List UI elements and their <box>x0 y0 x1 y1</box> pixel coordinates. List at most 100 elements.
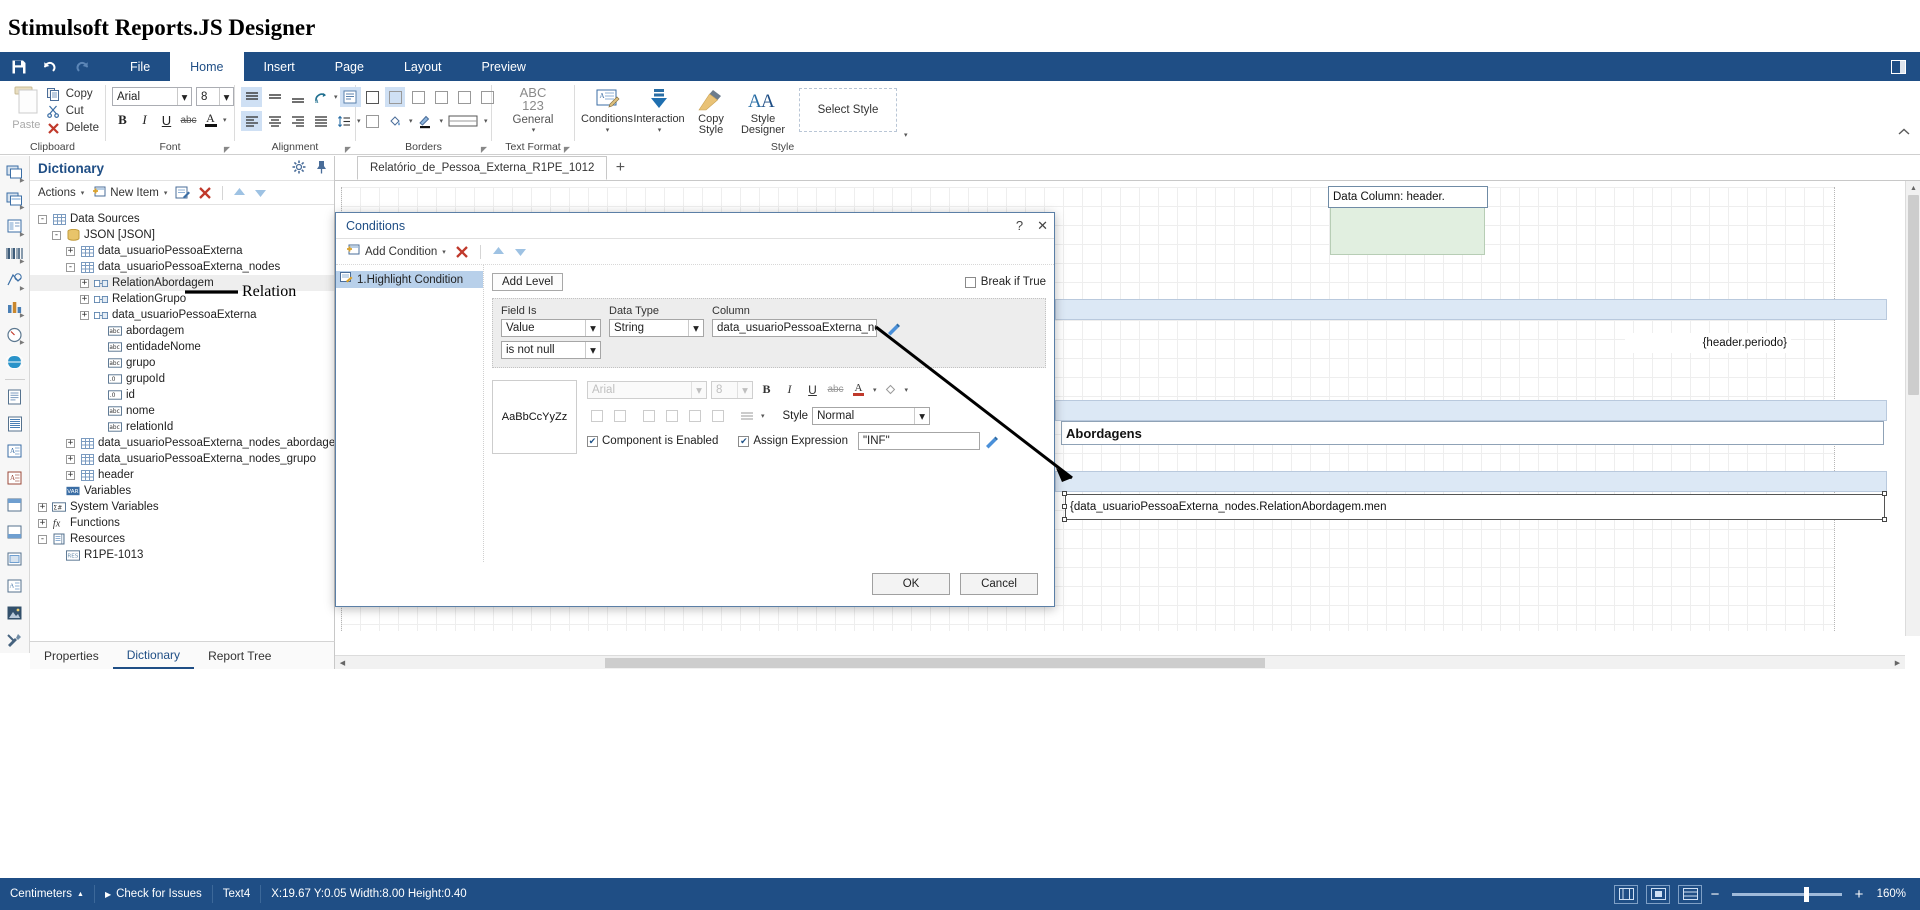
chevron-down-icon[interactable]: ▾ <box>440 117 444 125</box>
style-border-top-button[interactable] <box>662 406 681 425</box>
expand-icon[interactable]: + <box>38 518 47 528</box>
tab-report-tree[interactable]: Report Tree <box>194 642 285 669</box>
edit-expression-pencil-icon[interactable] <box>984 433 1000 449</box>
style-font-color-button[interactable]: A <box>849 380 868 399</box>
style-border-style-button[interactable] <box>737 406 756 425</box>
view-mode-multi-icon[interactable] <box>1678 884 1702 904</box>
richtext-icon[interactable] <box>2 412 28 437</box>
chevron-down-icon[interactable]: ▾ <box>688 320 703 336</box>
vertical-scroll-thumb[interactable] <box>1908 195 1919 395</box>
undo-icon[interactable] <box>41 57 59 77</box>
expand-icon[interactable]: + <box>66 470 75 480</box>
alignment-dialog-launcher-icon[interactable]: ◤ <box>345 145 351 154</box>
add-report-tab-button[interactable]: + <box>607 156 633 180</box>
chart-icon[interactable]: ▶ <box>2 295 28 320</box>
chevron-down-icon[interactable]: ▾ <box>219 88 233 105</box>
tree-node[interactable]: abc relationId <box>30 419 334 435</box>
help-icon[interactable]: ? <box>1016 218 1023 233</box>
tree-node[interactable]: + data_usuarioPessoaExterna <box>30 307 334 323</box>
header-periodo-component[interactable]: {header.periodo} <box>1625 333 1791 353</box>
style-italic-button[interactable]: I <box>780 380 799 399</box>
chevron-down-icon[interactable]: ▾ <box>904 131 908 141</box>
tab-layout[interactable]: Layout <box>384 52 462 81</box>
interaction-button[interactable]: Interaction ▾ <box>633 84 685 136</box>
border-right-button[interactable] <box>454 87 474 107</box>
line-spacing-button[interactable] <box>333 111 354 131</box>
style-border-none-button[interactable] <box>610 406 629 425</box>
chevron-down-icon[interactable]: ▾ <box>873 386 877 394</box>
copy-style-button[interactable]: Copy Style <box>685 84 737 136</box>
align-center-button[interactable] <box>264 111 285 131</box>
style-strikethrough-button[interactable]: abc <box>826 380 845 399</box>
checkbox-text-icon[interactable]: A <box>2 574 28 599</box>
tree-node[interactable]: + Σ# System Variables <box>30 499 334 515</box>
font-size-combo[interactable]: 8 ▾ <box>196 87 234 106</box>
chevron-down-icon[interactable]: ▾ <box>585 320 600 336</box>
resize-handle[interactable] <box>1882 491 1887 496</box>
move-condition-up-button[interactable] <box>492 245 505 258</box>
text-box-icon[interactable]: A <box>2 439 28 464</box>
expand-icon[interactable]: + <box>66 438 75 448</box>
condition-list[interactable]: 1.Highlight Condition <box>336 265 484 562</box>
tree-node[interactable]: RES R1PE-1013 <box>30 547 334 563</box>
style-underline-button[interactable]: U <box>803 380 822 399</box>
fill-color-button[interactable] <box>385 111 405 131</box>
scroll-left-icon[interactable]: ◀ <box>335 656 350 670</box>
copy-button[interactable]: Copy <box>47 87 99 101</box>
delete-button[interactable]: Delete <box>47 121 99 135</box>
component-enabled-checkbox[interactable]: ✔ <box>587 435 598 447</box>
align-left-button[interactable] <box>241 111 262 131</box>
close-icon[interactable]: ✕ <box>1037 218 1048 234</box>
dictionary-tree[interactable]: - Data Sources - JSON [JSON] + data_usuarioPe… <box>30 205 334 652</box>
scroll-up-icon[interactable]: ▲ <box>1906 181 1920 195</box>
underline-button[interactable]: U <box>156 110 177 130</box>
style-border-left-button[interactable] <box>639 406 658 425</box>
chevron-down-icon[interactable]: ▾ <box>334 93 338 101</box>
text-rotation-button[interactable]: a <box>310 87 331 107</box>
align-right-button[interactable] <box>287 111 308 131</box>
tree-node[interactable]: - Data Sources <box>30 211 334 227</box>
tab-page[interactable]: Page <box>315 52 384 81</box>
style-fill-color-button[interactable] <box>881 380 900 399</box>
tab-dictionary[interactable]: Dictionary <box>112 642 195 669</box>
text-box-red-icon[interactable]: A <box>2 466 28 491</box>
style-border-right-button[interactable] <box>685 406 704 425</box>
break-if-true-row[interactable]: Break if True <box>964 276 1046 288</box>
border-color-button[interactable] <box>416 111 436 131</box>
panel-bottom-icon[interactable] <box>2 520 28 545</box>
report-tab[interactable]: Relatório_de_Pessoa_Externa_R1PE_1012 <box>357 156 608 180</box>
view-mode-single-icon[interactable] <box>1646 884 1670 904</box>
move-down-button[interactable] <box>254 186 267 199</box>
header-band-2[interactable] <box>1055 400 1887 421</box>
image-icon[interactable] <box>2 601 28 626</box>
tab-insert[interactable]: Insert <box>244 52 315 81</box>
align-middle-button[interactable] <box>264 87 285 107</box>
globe-icon[interactable] <box>2 349 28 374</box>
tab-file[interactable]: File <box>110 52 170 81</box>
column-input[interactable]: data_usuarioPessoaExterna_nodes <box>712 319 877 337</box>
style-border-bottom-button[interactable] <box>708 406 727 425</box>
resize-handle[interactable] <box>1062 504 1067 509</box>
relation-abordagem-component[interactable]: {data_usuarioPessoaExterna_nodes.Relatio… <box>1065 494 1885 520</box>
chevron-down-icon[interactable]: ▾ <box>177 88 191 105</box>
border-left-button[interactable] <box>408 87 428 107</box>
conditions-button[interactable]: A Conditions ▾ <box>581 84 633 136</box>
style-border-all-button[interactable] <box>587 406 606 425</box>
tree-node[interactable]: + data_usuarioPessoaExterna_nodes_abordag… <box>30 435 334 451</box>
border-none-button[interactable] <box>385 87 405 107</box>
border-style-button[interactable] <box>446 111 480 131</box>
chevron-down-icon[interactable]: ▾ <box>484 117 488 125</box>
report-band-icon[interactable]: ▶ <box>2 160 28 185</box>
horizontal-scroll-thumb[interactable] <box>605 658 1265 668</box>
check-issues-button[interactable]: ▶ Check for Issues <box>95 878 212 910</box>
expand-icon[interactable]: + <box>80 310 89 320</box>
tree-node[interactable]: VAR Variables <box>30 483 334 499</box>
edit-column-pencil-icon[interactable] <box>885 320 901 336</box>
collapse-icon[interactable]: - <box>38 534 47 544</box>
ok-button[interactable]: OK <box>872 573 950 595</box>
cut-button[interactable]: Cut <box>47 104 99 118</box>
font-color-button[interactable]: A <box>200 110 221 130</box>
actions-menu[interactable]: Actions ▾ <box>38 187 84 199</box>
expand-icon[interactable]: + <box>66 246 75 256</box>
chevron-down-icon[interactable]: ▾ <box>606 125 610 136</box>
